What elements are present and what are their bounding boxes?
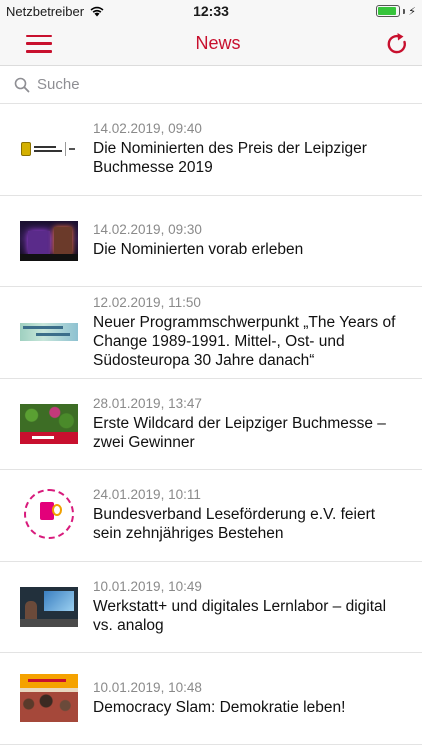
- search-icon: [14, 77, 30, 92]
- news-item[interactable]: 10.01.2019, 10:48 Democracy Slam: Demokr…: [0, 653, 422, 745]
- news-date: 24.01.2019, 10:11: [93, 487, 201, 503]
- news-item[interactable]: 28.01.2019, 13:47 Erste Wildcard der Lei…: [0, 379, 422, 470]
- news-date: 28.01.2019, 13:47: [93, 395, 202, 411]
- verband-logo-thumbnail: [20, 486, 78, 545]
- news-list: 14.02.2019, 09:40 Die Nominierten des Pr…: [0, 104, 422, 745]
- night-building-thumbnail: [20, 220, 78, 261]
- news-title: Erste Wildcard der Leipziger Buchmesse –…: [93, 414, 386, 451]
- years-of-change-thumbnail: [20, 323, 78, 342]
- news-item[interactable]: 24.01.2019, 10:11 Bundesverband Leseförd…: [0, 470, 422, 562]
- news-title: Democracy Slam: Demokratie leben!: [93, 698, 346, 716]
- workshop-thumbnail: [20, 586, 78, 627]
- wildcard-thumbnail: [20, 403, 78, 444]
- status-bar: Netzbetreiber 12:33 ⚡: [0, 0, 422, 22]
- news-title: Neuer Programmschwerpunkt „The Years of …: [93, 313, 396, 369]
- preis-logo-thumbnail: [20, 129, 78, 170]
- hamburger-menu-icon[interactable]: [26, 34, 52, 53]
- battery-cap: [403, 8, 406, 14]
- news-title: Die Nominierten des Preis der Leipziger …: [93, 140, 367, 177]
- news-date: 12.02.2019, 11:50: [93, 294, 201, 310]
- wifi-icon: [90, 6, 104, 17]
- news-date: 14.02.2019, 09:30: [93, 222, 202, 238]
- news-title: Die Nominierten vorab erleben: [93, 241, 304, 259]
- page-title: News: [195, 33, 241, 53]
- status-left: Netzbetreiber: [6, 4, 105, 19]
- charging-bolt-icon: ⚡: [408, 5, 416, 18]
- news-item[interactable]: 10.01.2019, 10:49 Werkstatt+ und digital…: [0, 562, 422, 653]
- news-item[interactable]: 12.02.2019, 11:50 Neuer Programmschwerpu…: [0, 287, 422, 379]
- news-item[interactable]: 14.02.2019, 09:30 Die Nominierten vorab …: [0, 196, 422, 287]
- search-bar: [0, 66, 422, 104]
- news-date: 14.02.2019, 09:40: [93, 121, 202, 137]
- news-date: 10.01.2019, 10:48: [93, 679, 202, 695]
- nav-bar: News: [0, 22, 422, 66]
- news-title: Bundesverband Leseförderung e.V. feiert …: [93, 506, 376, 543]
- carrier-name: Netzbetreiber: [6, 3, 85, 19]
- refresh-icon[interactable]: [384, 31, 410, 57]
- status-right: ⚡: [376, 5, 416, 18]
- battery-icon: [376, 5, 401, 17]
- news-date: 10.01.2019, 10:49: [93, 578, 202, 594]
- search-input[interactable]: [37, 76, 337, 93]
- battery-level: [378, 7, 397, 15]
- democracy-slam-thumbnail: [20, 674, 78, 723]
- news-title: Werkstatt+ und digitales Lernlabor – dig…: [93, 597, 387, 634]
- news-item[interactable]: 14.02.2019, 09:40 Die Nominierten des Pr…: [0, 104, 422, 196]
